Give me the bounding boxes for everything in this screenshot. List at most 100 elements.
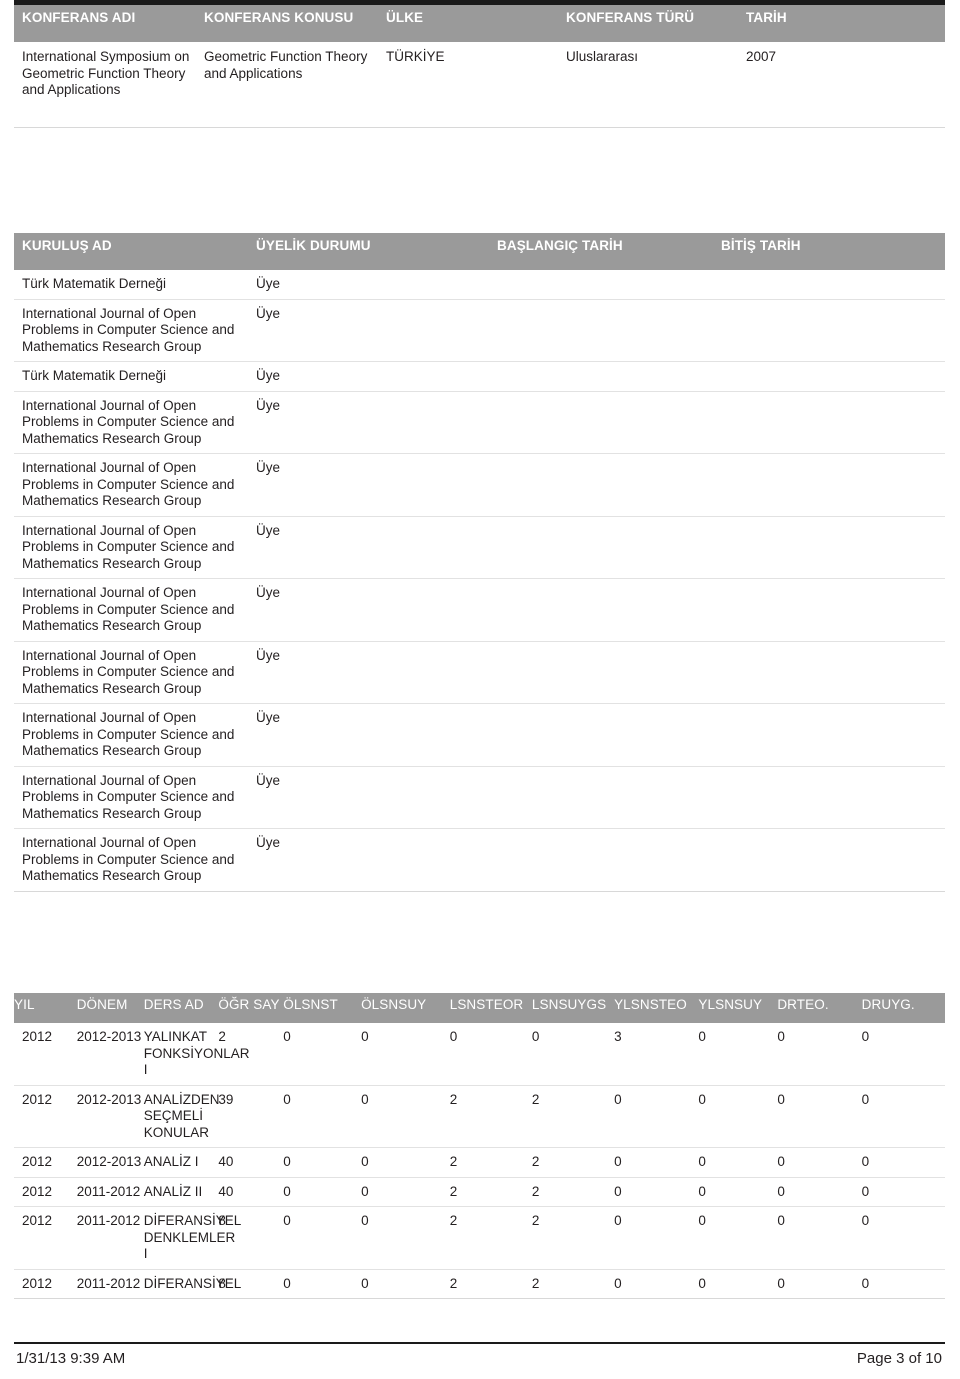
footer-page-number: Page 3 of 10 — [856, 1350, 942, 1367]
course-ylsnsteo: 0 — [614, 1206, 699, 1270]
table-row: 2012 2012-2013 YALINKAT FONKSİYONLAR I 2… — [14, 1023, 945, 1086]
course-yil: 2012 — [14, 1206, 77, 1270]
course-ogr-say: 39 — [218, 1085, 284, 1148]
membership-org: International Journal of Open Problems i… — [14, 453, 256, 517]
course-yil: 2012 — [14, 1177, 77, 1207]
membership-start — [497, 766, 721, 829]
course-header-olsnst: ÖLSNST — [283, 993, 362, 1023]
course-drteo: 0 — [777, 1177, 862, 1207]
membership-org: International Journal of Open Problems i… — [14, 766, 256, 829]
course-ogr-say: 40 — [218, 1177, 284, 1207]
membership-status: Üye — [256, 766, 497, 829]
course-olsnst: 0 — [283, 1147, 362, 1178]
footer-timestamp: 1/31/13 9:39 AM — [16, 1350, 126, 1367]
course-lsnsteor: 2 — [449, 1206, 532, 1270]
course-drteo: 0 — [777, 1206, 862, 1270]
course-ylsnsteo: 3 — [614, 1023, 699, 1086]
course-donem: 2012-2013 — [76, 1023, 144, 1086]
course-ylsnsteo: 0 — [614, 1147, 699, 1178]
course-drteo: 0 — [777, 1147, 862, 1178]
table-row: International Journal of Open Problems i… — [14, 453, 945, 517]
membership-org: International Journal of Open Problems i… — [14, 391, 256, 454]
course-ders-ad: ANALİZ II — [143, 1177, 219, 1207]
course-lsnsuygs: 2 — [531, 1269, 615, 1299]
membership-header-status: ÜYELİK DURUMU — [256, 233, 497, 270]
course-ylsnsuy: 0 — [698, 1085, 778, 1148]
course-olsnsuy: 0 — [361, 1085, 450, 1148]
table-row: International Journal of Open Problems i… — [14, 516, 945, 579]
course-ders-ad: DİFERANSİYEL DENKLEMLER I — [143, 1206, 241, 1270]
course-header-olsnsuy: ÖLSNSUY — [361, 993, 450, 1023]
membership-status: Üye — [256, 828, 497, 892]
course-lsnsuygs: 2 — [531, 1147, 615, 1178]
membership-org: International Journal of Open Problems i… — [14, 828, 256, 892]
membership-table-header-row: KURULUŞ AD ÜYELİK DURUMU BAŞLANGIÇ TARİH… — [14, 233, 945, 270]
course-olsnsuy: 0 — [361, 1023, 450, 1086]
conference-table-header-row: KONFERANS ADI KONFERANS KONUSU ÜLKE KONF… — [14, 5, 945, 42]
course-yil: 2012 — [14, 1269, 77, 1299]
report-page: KONFERANS ADI KONFERANS KONUSU ÜLKE KONF… — [0, 0, 960, 1379]
membership-end — [721, 703, 945, 767]
table-row: 2012 2011-2012 DİFERANSİYEL 8 0 0 2 2 0 … — [14, 1269, 945, 1299]
course-ders-ad: DİFERANSİYEL — [143, 1269, 241, 1299]
course-druyg: 0 — [861, 1177, 945, 1207]
course-olsnst: 0 — [283, 1269, 362, 1299]
table-row: International Journal of Open Problems i… — [14, 828, 945, 892]
course-druyg: 0 — [861, 1147, 945, 1178]
membership-org: Türk Matematik Derneği — [14, 361, 256, 392]
table-row: International Journal of Open Problems i… — [14, 703, 945, 767]
membership-start — [497, 641, 721, 704]
course-ogr-say: 40 — [218, 1147, 284, 1178]
course-olsnst: 0 — [283, 1206, 362, 1270]
membership-end — [721, 391, 945, 454]
conference-country: TÜRKİYE — [386, 42, 566, 128]
membership-start — [497, 828, 721, 892]
membership-start — [497, 299, 721, 362]
course-druyg: 0 — [861, 1023, 945, 1086]
membership-end — [721, 828, 945, 892]
membership-end — [721, 578, 945, 642]
course-ders-ad: ANALİZDEN SEÇMELİ KONULAR — [143, 1085, 220, 1148]
conference-header-date: TARİH — [746, 5, 945, 42]
membership-end — [721, 453, 945, 517]
membership-status: Üye — [256, 391, 497, 454]
course-lsnsuygs: 2 — [531, 1085, 615, 1148]
course-ylsnsuy: 0 — [698, 1269, 778, 1299]
conference-header-topic: KONFERANS KONUSU — [204, 5, 386, 42]
course-donem: 2012-2013 — [76, 1085, 144, 1148]
membership-org: International Journal of Open Problems i… — [14, 299, 256, 362]
course-header-donem: DÖNEM — [76, 993, 144, 1023]
course-yil: 2012 — [14, 1147, 77, 1178]
course-lsnsuygs: 0 — [531, 1023, 615, 1086]
membership-status: Üye — [256, 361, 497, 392]
course-table-header-row: YIL DÖNEM DERS AD ÖĞR SAY ÖLSNST ÖLSNSUY… — [14, 993, 945, 1023]
course-ylsnsuy: 0 — [698, 1023, 778, 1086]
course-yil: 2012 — [14, 1023, 77, 1086]
course-ylsnsteo: 0 — [614, 1177, 699, 1207]
footer-divider — [14, 1342, 945, 1344]
membership-org: Türk Matematik Derneği — [14, 270, 256, 300]
conference-name: International Symposium on Geometric Fun… — [14, 42, 204, 128]
course-drteo: 0 — [777, 1085, 862, 1148]
course-header-ylsnsuy: YLSNSUY — [698, 993, 778, 1023]
table-row: International Journal of Open Problems i… — [14, 299, 945, 362]
course-olsnsuy: 0 — [361, 1206, 450, 1270]
membership-status: Üye — [256, 641, 497, 704]
course-olsnsuy: 0 — [361, 1147, 450, 1178]
course-lsnsuygs: 2 — [531, 1206, 615, 1270]
course-lsnsteor: 2 — [449, 1085, 532, 1148]
membership-header-org: KURULUŞ AD — [14, 233, 256, 270]
course-olsnsuy: 0 — [361, 1177, 450, 1207]
course-header-ogr-say: ÖĞR SAY — [218, 993, 284, 1023]
course-donem: 2011-2012 — [76, 1177, 144, 1207]
membership-end — [721, 641, 945, 704]
course-donem: 2011-2012 — [76, 1206, 144, 1270]
course-yil: 2012 — [14, 1085, 77, 1148]
membership-status: Üye — [256, 516, 497, 579]
table-row: International Journal of Open Problems i… — [14, 766, 945, 829]
course-donem: 2011-2012 — [76, 1269, 144, 1299]
course-olsnst: 0 — [283, 1023, 362, 1086]
membership-end — [721, 516, 945, 579]
membership-start — [497, 270, 721, 300]
course-druyg: 0 — [861, 1206, 945, 1270]
